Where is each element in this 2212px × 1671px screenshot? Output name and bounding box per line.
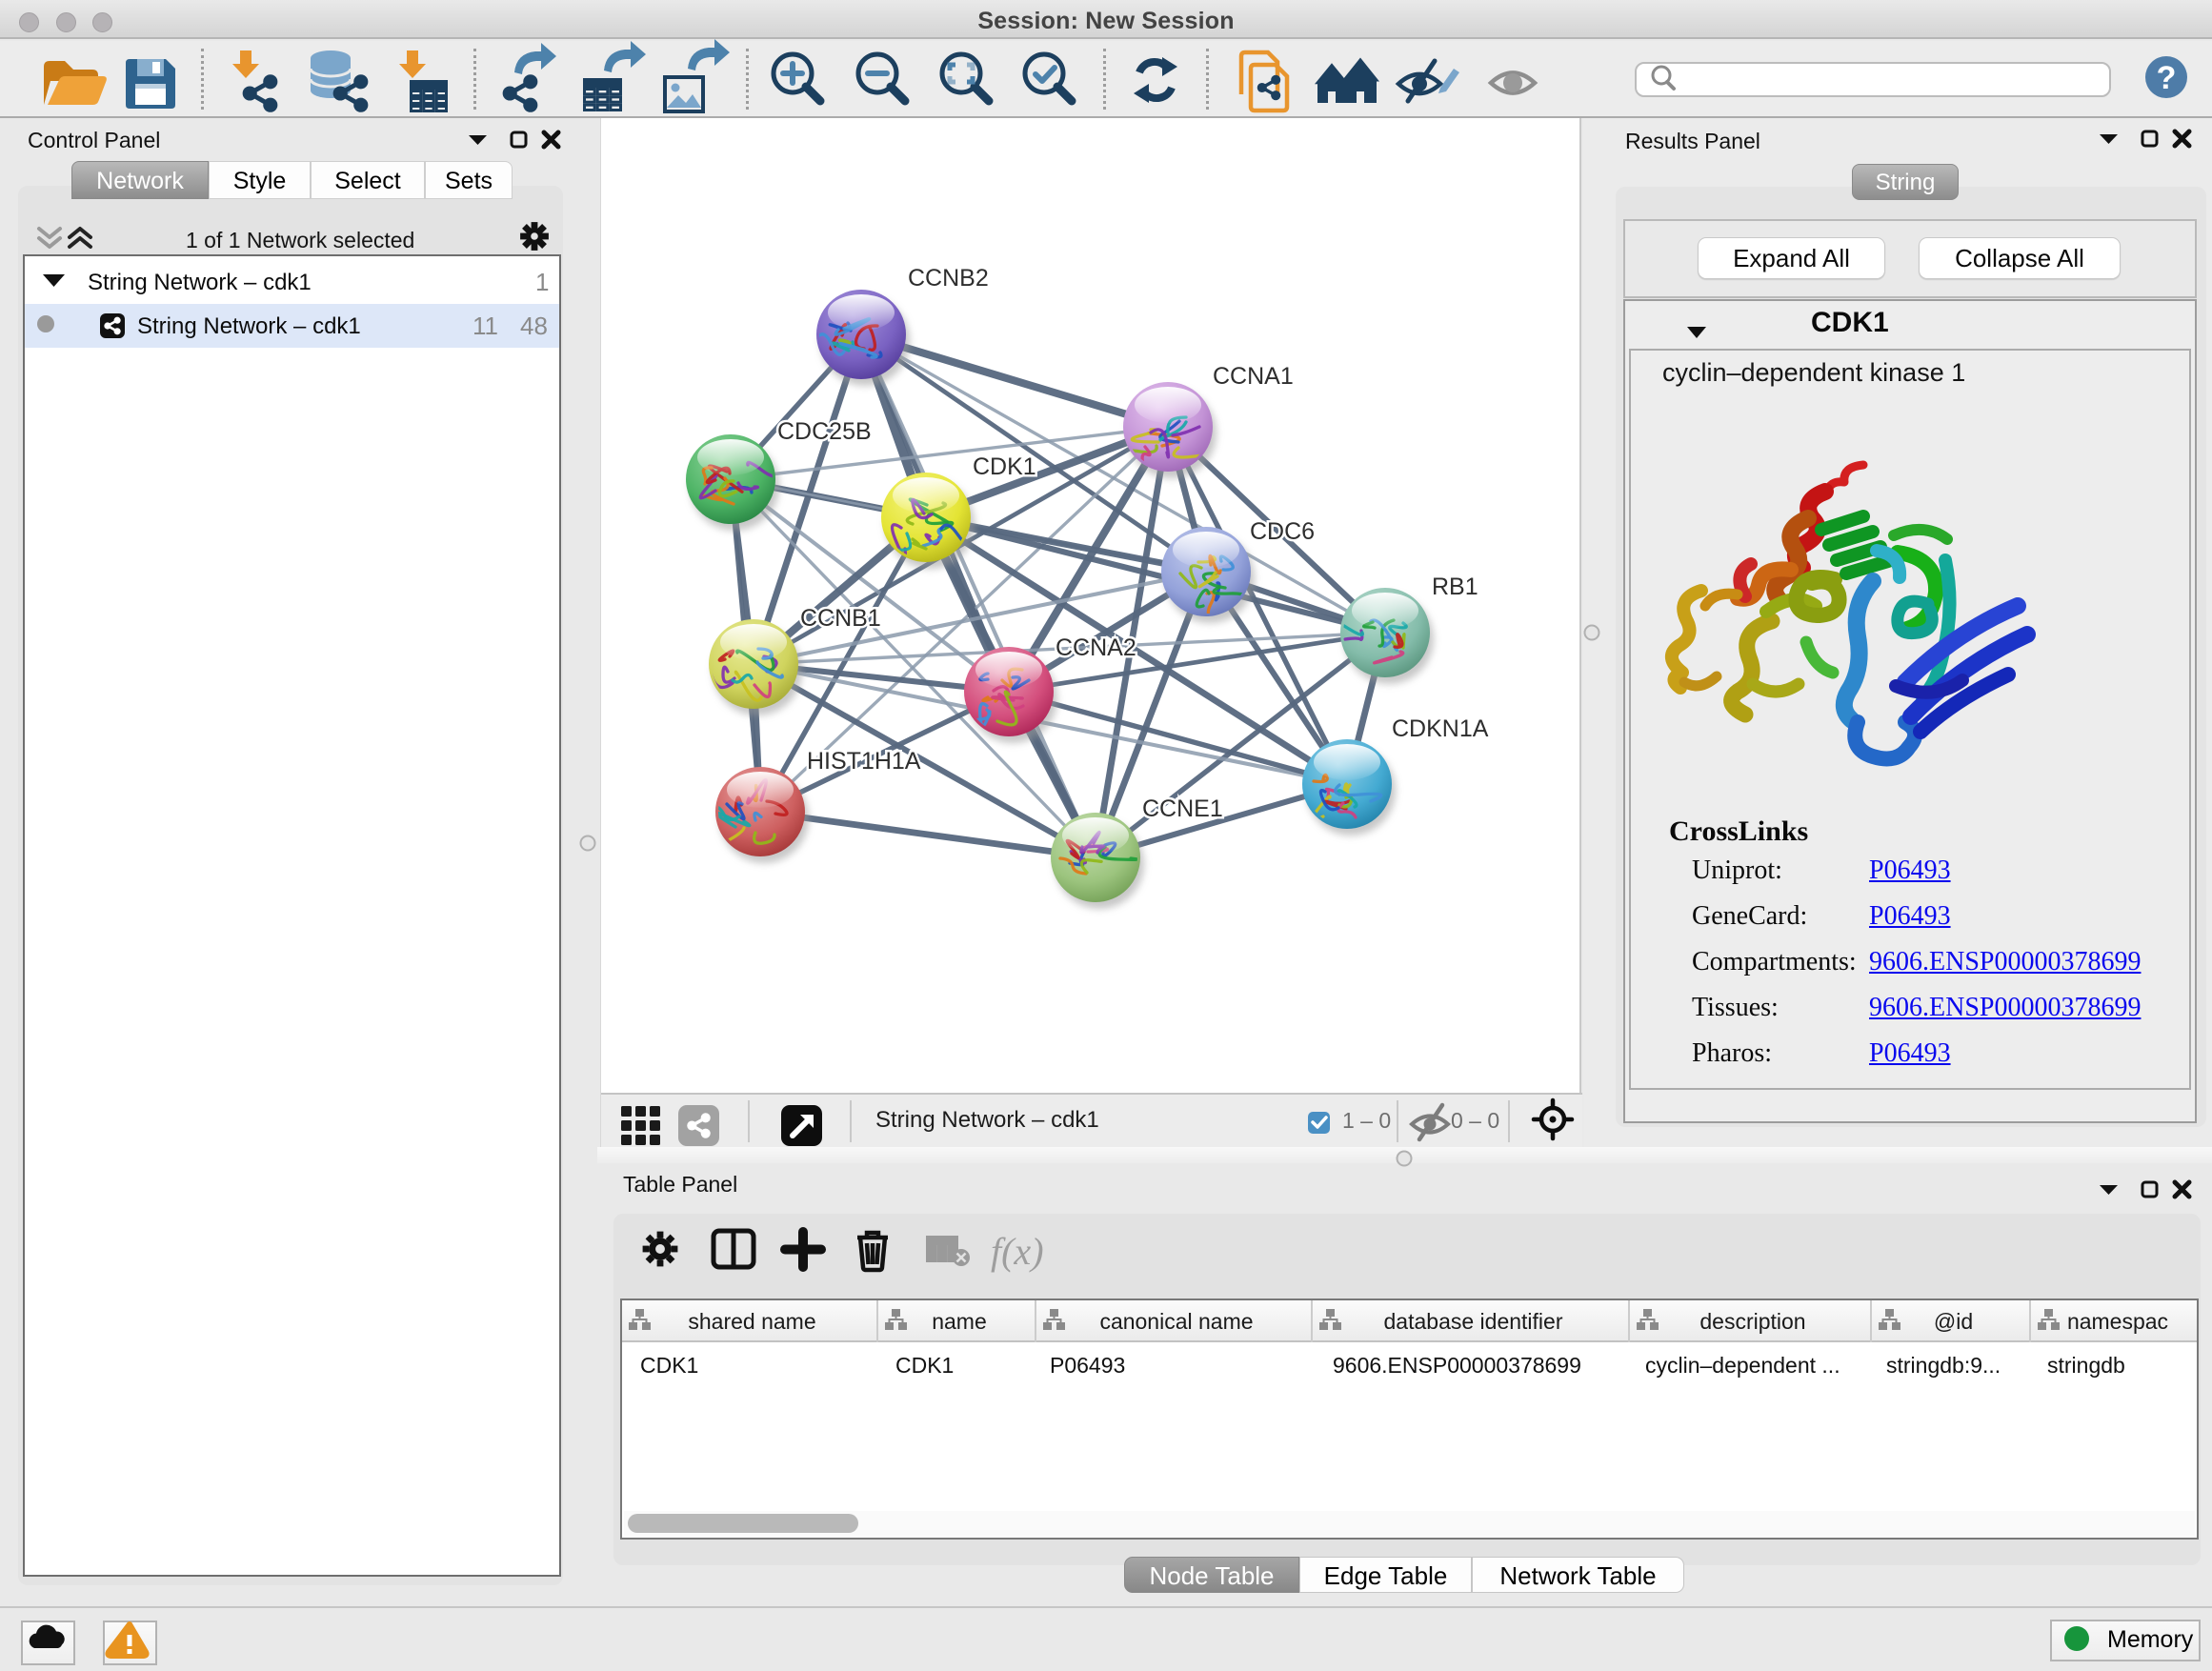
svg-text:CCNB1: CCNB1 (800, 605, 881, 632)
svg-text:CDKN1A: CDKN1A (1392, 715, 1489, 742)
svg-text:CDC6: CDC6 (1250, 518, 1315, 545)
svg-text:CCNA1: CCNA1 (1213, 363, 1294, 390)
svg-text:CCNE1: CCNE1 (1142, 795, 1223, 822)
svg-text:CCNA2: CCNA2 (1056, 634, 1136, 661)
svg-text:CDC25B: CDC25B (777, 418, 872, 445)
svg-text:HIST1H1A: HIST1H1A (807, 748, 921, 775)
svg-text:RB1: RB1 (1432, 574, 1478, 600)
svg-text:CDK1: CDK1 (973, 453, 1036, 480)
svg-text:CCNB2: CCNB2 (908, 265, 989, 292)
